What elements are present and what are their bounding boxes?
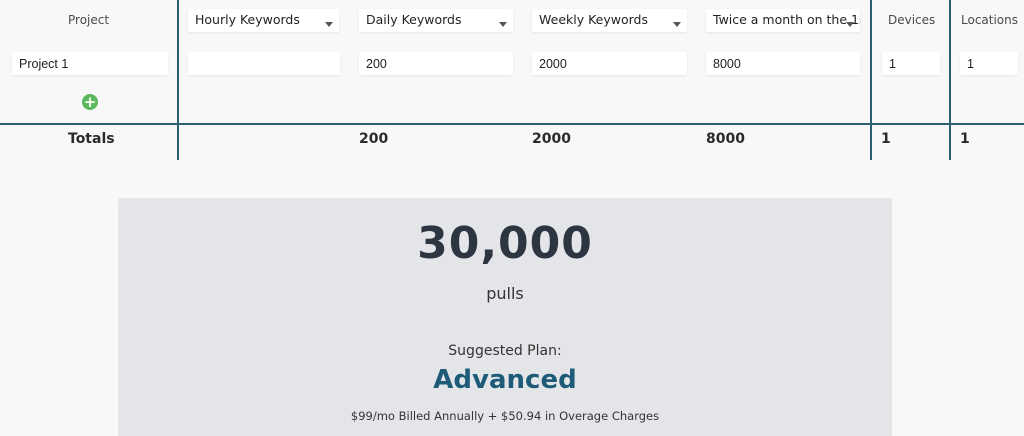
header-locations: Locations — [961, 13, 1019, 27]
daily-keywords-input[interactable] — [359, 52, 513, 75]
daily-keywords-select-label: Daily Keywords — [366, 12, 462, 27]
project-name-input[interactable] — [12, 52, 168, 75]
billing-summary: $99/mo Billed Annually + $50.94 in Overa… — [350, 409, 660, 423]
totals-devices: 1 — [881, 131, 891, 147]
header-project: Project — [68, 13, 110, 27]
pulls-label: pulls — [486, 284, 524, 303]
caret-down-icon — [325, 22, 333, 27]
caret-down-icon — [499, 22, 507, 27]
column-divider — [870, 0, 872, 160]
weekly-keywords-select-label: Weekly Keywords — [539, 12, 648, 27]
column-divider — [177, 0, 179, 160]
result-panel: 30,000 pulls Suggested Plan: Advanced $9… — [118, 198, 892, 436]
pulls-total: 30,000 — [417, 218, 593, 269]
hourly-keywords-input[interactable] — [188, 52, 340, 75]
hourly-keywords-select-label: Hourly Keywords — [195, 12, 300, 27]
column-divider — [949, 0, 951, 160]
twice-monthly-keywords-select-label: Twice a month on the 1st — [713, 12, 860, 27]
twice-monthly-keywords-input[interactable] — [706, 52, 860, 75]
devices-input[interactable] — [882, 52, 940, 75]
totals-divider — [0, 123, 1024, 125]
hourly-keywords-select[interactable]: Hourly Keywords — [188, 9, 339, 32]
weekly-keywords-select[interactable]: Weekly Keywords — [532, 9, 687, 32]
header-devices: Devices — [888, 13, 936, 27]
locations-input[interactable] — [960, 52, 1018, 75]
suggested-plan-label: Suggested Plan: — [448, 343, 562, 359]
totals-label: Totals — [68, 131, 115, 147]
caret-down-icon — [673, 22, 681, 27]
weekly-keywords-input[interactable] — [532, 52, 687, 75]
suggested-plan-name: Advanced — [433, 365, 577, 395]
daily-keywords-select[interactable]: Daily Keywords — [359, 9, 513, 32]
totals-locations: 1 — [960, 131, 970, 147]
add-project-icon[interactable]: + — [82, 94, 98, 110]
caret-down-icon — [846, 22, 854, 27]
totals-twice-monthly: 8000 — [706, 131, 745, 147]
totals-weekly: 2000 — [532, 131, 571, 147]
twice-monthly-keywords-select[interactable]: Twice a month on the 1st — [706, 9, 860, 32]
totals-daily: 200 — [359, 131, 389, 147]
